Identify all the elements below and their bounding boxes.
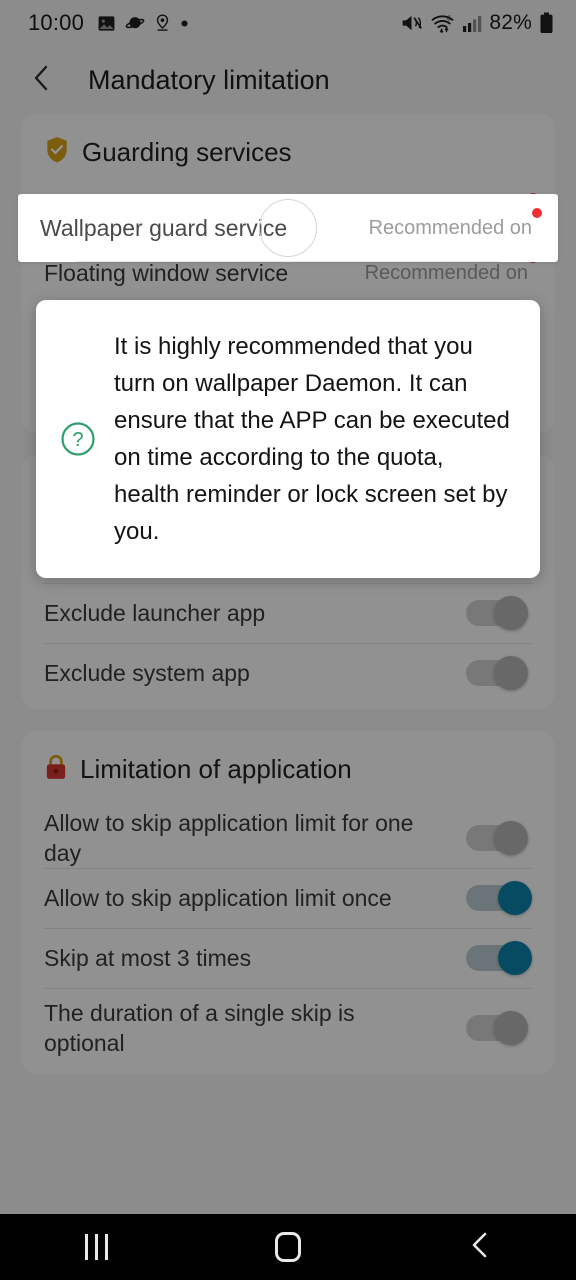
location-pin-icon <box>154 13 171 33</box>
recommended-label: Recommended on <box>368 216 532 239</box>
section-title: Guarding services <box>82 137 292 167</box>
phone-screen: 10:00 6 82% Mandatory limitation Guardin… <box>0 0 576 1280</box>
svg-text:?: ? <box>72 429 83 451</box>
section-header: Limitation of application <box>22 731 554 800</box>
row-right: Recommended on <box>364 252 538 285</box>
toggle-single-skip-duration-optional[interactable] <box>466 1011 532 1045</box>
toggle-thumb <box>498 941 532 975</box>
toggle-exclude-system-app[interactable] <box>466 656 532 690</box>
android-navigation-bar <box>0 1214 576 1280</box>
image-icon <box>97 14 116 33</box>
row-right <box>466 881 532 915</box>
row-label: Exclude launcher app <box>44 600 266 626</box>
toggle-skip-limit-once[interactable] <box>466 881 532 915</box>
chevron-left-icon <box>30 64 54 97</box>
status-right-icons: 6 82% <box>400 11 554 35</box>
row-right <box>466 1011 532 1045</box>
toggle-thumb <box>494 1011 528 1045</box>
row-label: Wallpaper guard service <box>40 215 288 241</box>
section-limitation-of-application: Limitation of application Allow to skip … <box>22 731 554 1074</box>
toggle-skip-limit-one-day[interactable] <box>466 821 532 855</box>
signal-bars-icon <box>462 14 482 33</box>
toggle-thumb <box>494 656 528 690</box>
dot-icon <box>180 19 189 28</box>
section-header: Guarding services <box>22 114 554 183</box>
nav-back-button[interactable] <box>420 1214 540 1280</box>
planet-icon <box>125 14 145 33</box>
dialog-message: It is highly recommended that you turn o… <box>114 333 510 545</box>
recents-button[interactable] <box>36 1214 156 1280</box>
row-label: Allow to skip application limit for one … <box>44 810 414 866</box>
back-button[interactable] <box>18 56 66 104</box>
row-right <box>466 656 532 690</box>
status-clock: 10:00 <box>28 10 85 35</box>
back-icon <box>467 1230 493 1265</box>
row-label: Allow to skip application limit once <box>44 885 392 911</box>
row-label: Exclude system app <box>44 660 250 686</box>
battery-icon <box>539 12 554 34</box>
home-button[interactable] <box>228 1214 348 1280</box>
app-bar: Mandatory limitation <box>0 46 576 114</box>
toggle-exclude-launcher-app[interactable] <box>466 596 532 630</box>
red-dot-icon <box>532 207 542 218</box>
row-skip-limit-one-day[interactable]: Allow to skip application limit for one … <box>22 800 554 868</box>
wifi6-icon: 6 <box>430 13 455 33</box>
mute-icon <box>400 13 423 33</box>
toggle-skip-at-most-3-times[interactable] <box>466 941 532 975</box>
shield-check-icon <box>44 136 70 169</box>
section-title: Limitation of application <box>80 754 352 784</box>
row-single-skip-duration-optional[interactable]: The duration of a single skip is optiona… <box>22 988 554 1068</box>
lock-icon <box>44 753 68 786</box>
touch-ripple-indicator <box>259 199 317 257</box>
row-skip-at-most-3-times[interactable]: Skip at most 3 times <box>22 928 554 988</box>
app-content: 10:00 6 82% Mandatory limitation Guardin… <box>0 0 576 1214</box>
row-right <box>466 821 532 855</box>
row-label: The duration of a single skip is optiona… <box>44 1000 355 1056</box>
page-title: Mandatory limitation <box>88 64 330 95</box>
toggle-thumb <box>498 881 532 915</box>
status-badge: Recommended on <box>364 252 538 285</box>
home-icon <box>275 1232 301 1262</box>
info-dialog: ? It is highly recommended that you turn… <box>36 300 540 578</box>
toggle-thumb <box>494 821 528 855</box>
row-exclude-system-app[interactable]: Exclude system app <box>22 643 554 703</box>
row-right: Recommended on <box>368 207 542 240</box>
status-left-icons <box>97 13 189 33</box>
row-label: Floating window service <box>44 260 289 286</box>
row-right <box>466 941 532 975</box>
battery-percent-label: 82% <box>489 11 532 34</box>
status-badge: Recommended on <box>368 207 542 240</box>
row-label: Skip at most 3 times <box>44 945 252 971</box>
question-circle-icon: ? <box>52 419 104 459</box>
status-bar: 10:00 6 82% <box>0 0 576 46</box>
row-exclude-launcher-app[interactable]: Exclude launcher app <box>22 583 554 643</box>
svg-text:6: 6 <box>447 13 451 22</box>
recents-icon <box>84 1234 108 1260</box>
toggle-thumb <box>494 596 528 630</box>
row-skip-limit-once[interactable]: Allow to skip application limit once <box>22 868 554 928</box>
row-right <box>466 596 532 630</box>
recommended-label: Recommended on <box>364 261 528 284</box>
